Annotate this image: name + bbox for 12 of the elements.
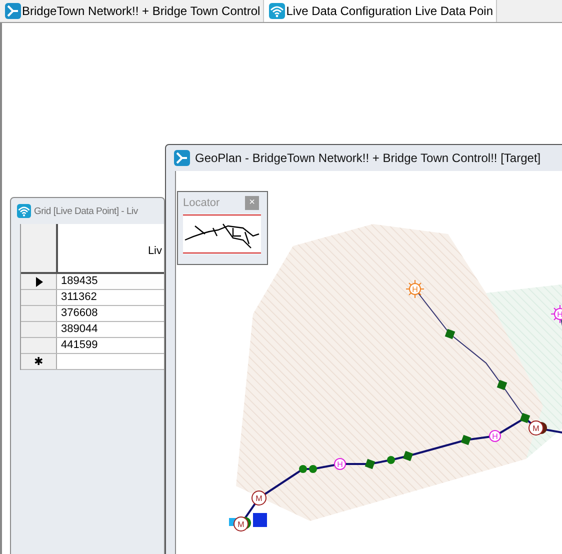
document-tab[interactable]: Live Data Configuration Live Data Poin (264, 0, 498, 22)
wifi-icon (17, 204, 31, 218)
panel-title: Locator (183, 197, 220, 209)
window-title: GeoPlan - BridgeTown Network!! + Bridge Town Control!! [Target] (195, 151, 541, 165)
current-row-icon (34, 276, 42, 286)
document-tab[interactable]: BridgeTown Network!! + Bridge Town Control (0, 0, 264, 22)
network-icon (5, 3, 21, 19)
network-icon (174, 150, 190, 166)
new-row-marker: ✱ (34, 354, 43, 368)
window-title: Grid [Live Data Point] - Liv (34, 206, 138, 216)
wifi-icon (269, 3, 286, 19)
row-header[interactable] (21, 274, 57, 289)
